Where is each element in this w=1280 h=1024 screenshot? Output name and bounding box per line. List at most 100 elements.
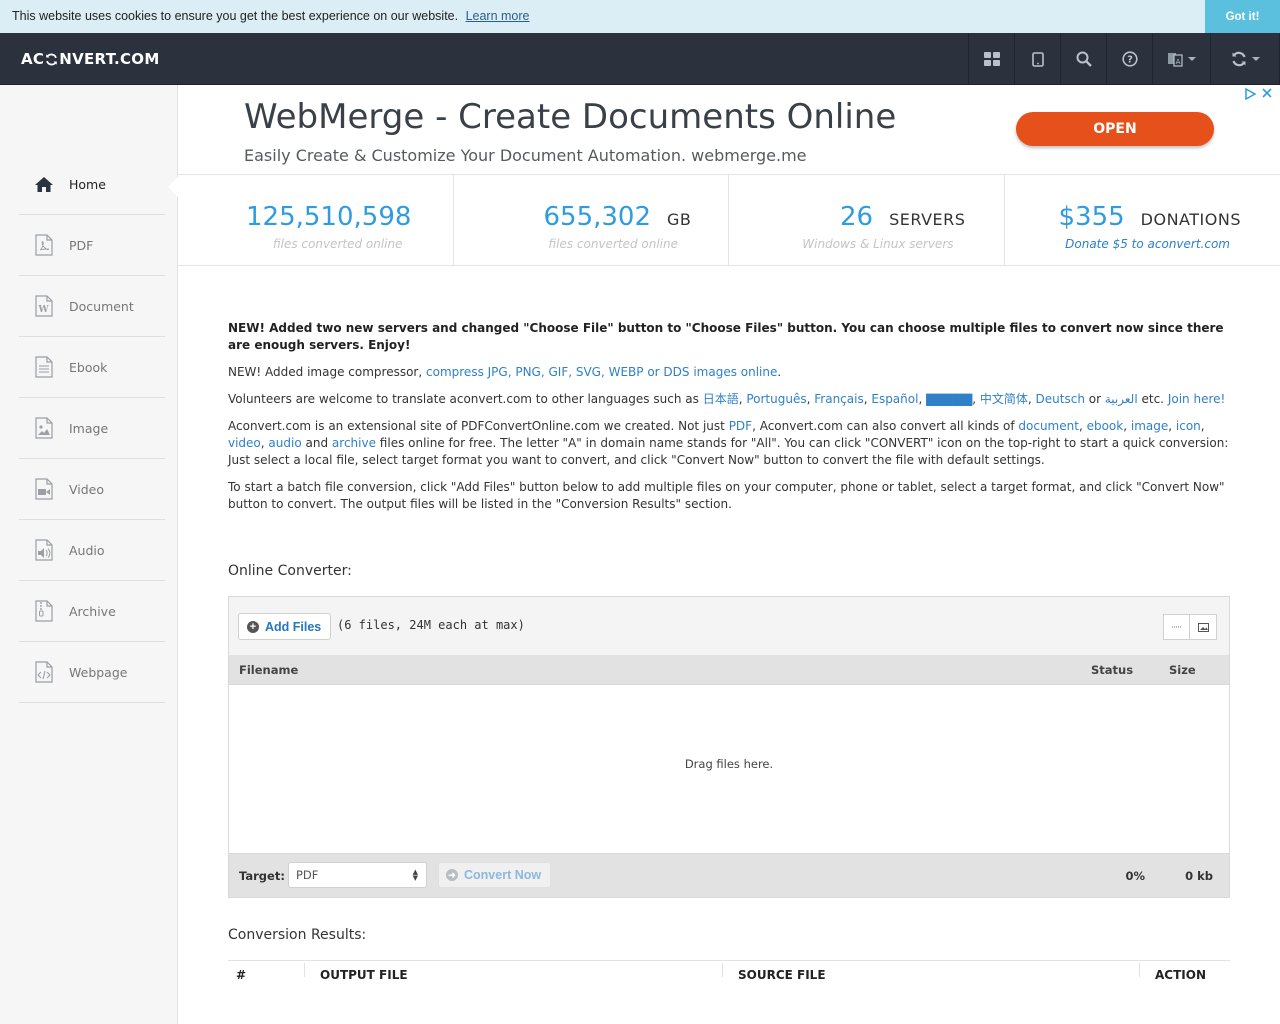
select-arrows-icon: ▲ ▼ — [412, 868, 418, 882]
audio-file-icon — [35, 539, 53, 561]
about-text: files online for free. The letter "A" in… — [228, 436, 1229, 467]
ad-banner[interactable]: WebMerge - Create Documents Online Easil… — [178, 85, 1280, 175]
sidebar-item-webpage[interactable]: Webpage — [19, 642, 165, 703]
col-action: ACTION — [1155, 968, 1206, 982]
thumbnail-view-button[interactable] — [1190, 614, 1217, 640]
mobile-button[interactable] — [1014, 33, 1060, 85]
sidebar-item-home[interactable]: Home — [19, 154, 165, 215]
convert-sync-icon — [1231, 51, 1246, 67]
file-table-header: Filename Status Size — [229, 655, 1229, 684]
stat-desc: Windows & Linux servers — [802, 237, 954, 251]
video-file-icon — [35, 478, 53, 500]
help-button[interactable]: ? — [1106, 33, 1152, 85]
target-label: Target: — [239, 869, 285, 883]
lang-link-ar[interactable]: العربية — [1105, 392, 1138, 406]
lang-link-fr[interactable]: Français — [814, 392, 863, 406]
site-logo[interactable]: AC NVERT.COM — [21, 50, 160, 68]
pdf-file-icon — [35, 234, 53, 256]
stat-number: 125,510,598 — [246, 202, 412, 232]
navbar-buttons: ? A — [968, 33, 1280, 85]
apps-grid-button[interactable] — [968, 33, 1014, 85]
stat-number: $355 — [1058, 202, 1125, 232]
archive-link[interactable]: archive — [332, 436, 376, 450]
col-source-file: SOURCE FILE — [738, 968, 826, 982]
search-button[interactable] — [1060, 33, 1106, 85]
max-files-note: (6 files, 24M each at max) — [337, 618, 525, 632]
stat-desc: files converted online — [548, 237, 678, 251]
convert-now-button[interactable]: ➜ Convert Now — [438, 862, 551, 888]
sidebar-item-pdf[interactable]: PDF — [19, 215, 165, 276]
audio-link[interactable]: audio — [268, 436, 301, 450]
compress-images-link[interactable]: compress JPG, PNG, GIF, SVG, WEBP or DDS… — [426, 365, 777, 379]
convert-now-label: Convert Now — [464, 868, 542, 882]
target-format-select[interactable]: PDF ▲ ▼ — [288, 862, 427, 888]
column-divider — [304, 963, 305, 977]
sidebar-item-audio[interactable]: Audio — [19, 520, 165, 581]
lang-link-other[interactable]: ▇▇▇▇▇ — [926, 392, 972, 406]
intro-content: NEW! Added two new servers and changed "… — [228, 320, 1230, 523]
sidebar-item-label: Document — [69, 298, 134, 314]
sidebar-item-video[interactable]: Video — [19, 459, 165, 520]
news-item: NEW! Added two new servers and changed "… — [228, 321, 1224, 352]
lang-link-es[interactable]: Español — [871, 392, 918, 406]
stat-number: 655,302 — [543, 202, 652, 232]
target-format-value: PDF — [296, 868, 319, 882]
adchoices-icon[interactable] — [1244, 88, 1256, 100]
ad-title[interactable]: WebMerge - Create Documents Online — [244, 97, 896, 137]
sidebar-item-label: Home — [69, 176, 106, 192]
list-view-button[interactable] — [1163, 614, 1190, 640]
sidebar-item-document[interactable]: W Document — [19, 276, 165, 337]
join-link[interactable]: Join here! — [1168, 392, 1226, 406]
add-files-label: Add Files — [265, 619, 322, 634]
search-icon — [1076, 51, 1092, 67]
stat-number: 26 — [840, 202, 874, 232]
lang-link-pt[interactable]: Português — [746, 392, 806, 406]
ad-open-button[interactable]: OPEN — [1016, 112, 1214, 146]
lang-link-ja[interactable]: 日本語 — [703, 392, 739, 406]
about-text: , Aconvert.com can also convert all kind… — [752, 419, 1015, 433]
donate-link[interactable]: Donate $5 to aconvert.com — [1065, 237, 1230, 251]
video-link[interactable]: video — [228, 436, 261, 450]
pdf-link[interactable]: PDF — [729, 419, 752, 433]
total-size: 0 kb — [1185, 869, 1213, 883]
sidebar-item-archive[interactable]: Archive — [19, 581, 165, 642]
learn-more-link[interactable]: Learn more — [466, 9, 530, 23]
language-menu-button[interactable]: A — [1152, 33, 1210, 85]
ad-subtitle: Easily Create & Customize Your Document … — [244, 146, 807, 165]
convert-menu-button[interactable] — [1210, 33, 1280, 85]
stat-value: 26 SERVERS — [840, 202, 965, 232]
add-files-button[interactable]: + Add Files — [238, 613, 331, 640]
etc-text: etc. — [1141, 392, 1165, 406]
webpage-file-icon — [35, 661, 53, 683]
sidebar-item-label: Archive — [69, 603, 116, 619]
news-item: NEW! Added image compressor, compress JP… — [228, 365, 782, 379]
stat-desc: files converted online — [272, 237, 403, 251]
thumbnail-view-icon — [1197, 622, 1209, 632]
stat-value: 655,302 GB — [544, 202, 692, 232]
lang-link-de[interactable]: Deutsch — [1036, 392, 1085, 406]
svg-text:A: A — [1176, 58, 1181, 66]
file-drop-zone[interactable]: Drag files here. — [229, 684, 1229, 854]
document-file-icon: W — [35, 295, 53, 317]
logo-text-right: NVERT.COM — [59, 50, 160, 68]
col-index: # — [236, 968, 247, 982]
col-status: Status — [1091, 663, 1134, 677]
sidebar-item-label: Webpage — [69, 664, 128, 680]
results-table-header: # OUTPUT FILE SOURCE FILE ACTION — [228, 960, 1230, 990]
stat-value: 125,510,598 — [246, 202, 411, 232]
image-link[interactable]: image — [1131, 419, 1168, 433]
online-converter-heading: Online Converter: — [228, 563, 352, 579]
chevron-down-icon — [1188, 57, 1196, 61]
got-it-button[interactable]: Got it! — [1205, 0, 1280, 33]
sidebar-item-label: PDF — [69, 237, 94, 253]
col-size: Size — [1169, 663, 1196, 677]
sidebar-item-image[interactable]: Image — [19, 398, 165, 459]
translate-text: Volunteers are welcome to translate acon… — [228, 392, 699, 406]
ebook-link[interactable]: ebook — [1087, 419, 1124, 433]
icon-link[interactable]: icon — [1176, 419, 1201, 433]
ad-subtitle-text: Easily Create & Customize Your Document … — [244, 146, 687, 165]
lang-link-zh[interactable]: 中文简体 — [980, 392, 1028, 406]
document-link[interactable]: document — [1018, 419, 1079, 433]
close-icon[interactable] — [1262, 88, 1272, 98]
sidebar-item-ebook[interactable]: Ebook — [19, 337, 165, 398]
